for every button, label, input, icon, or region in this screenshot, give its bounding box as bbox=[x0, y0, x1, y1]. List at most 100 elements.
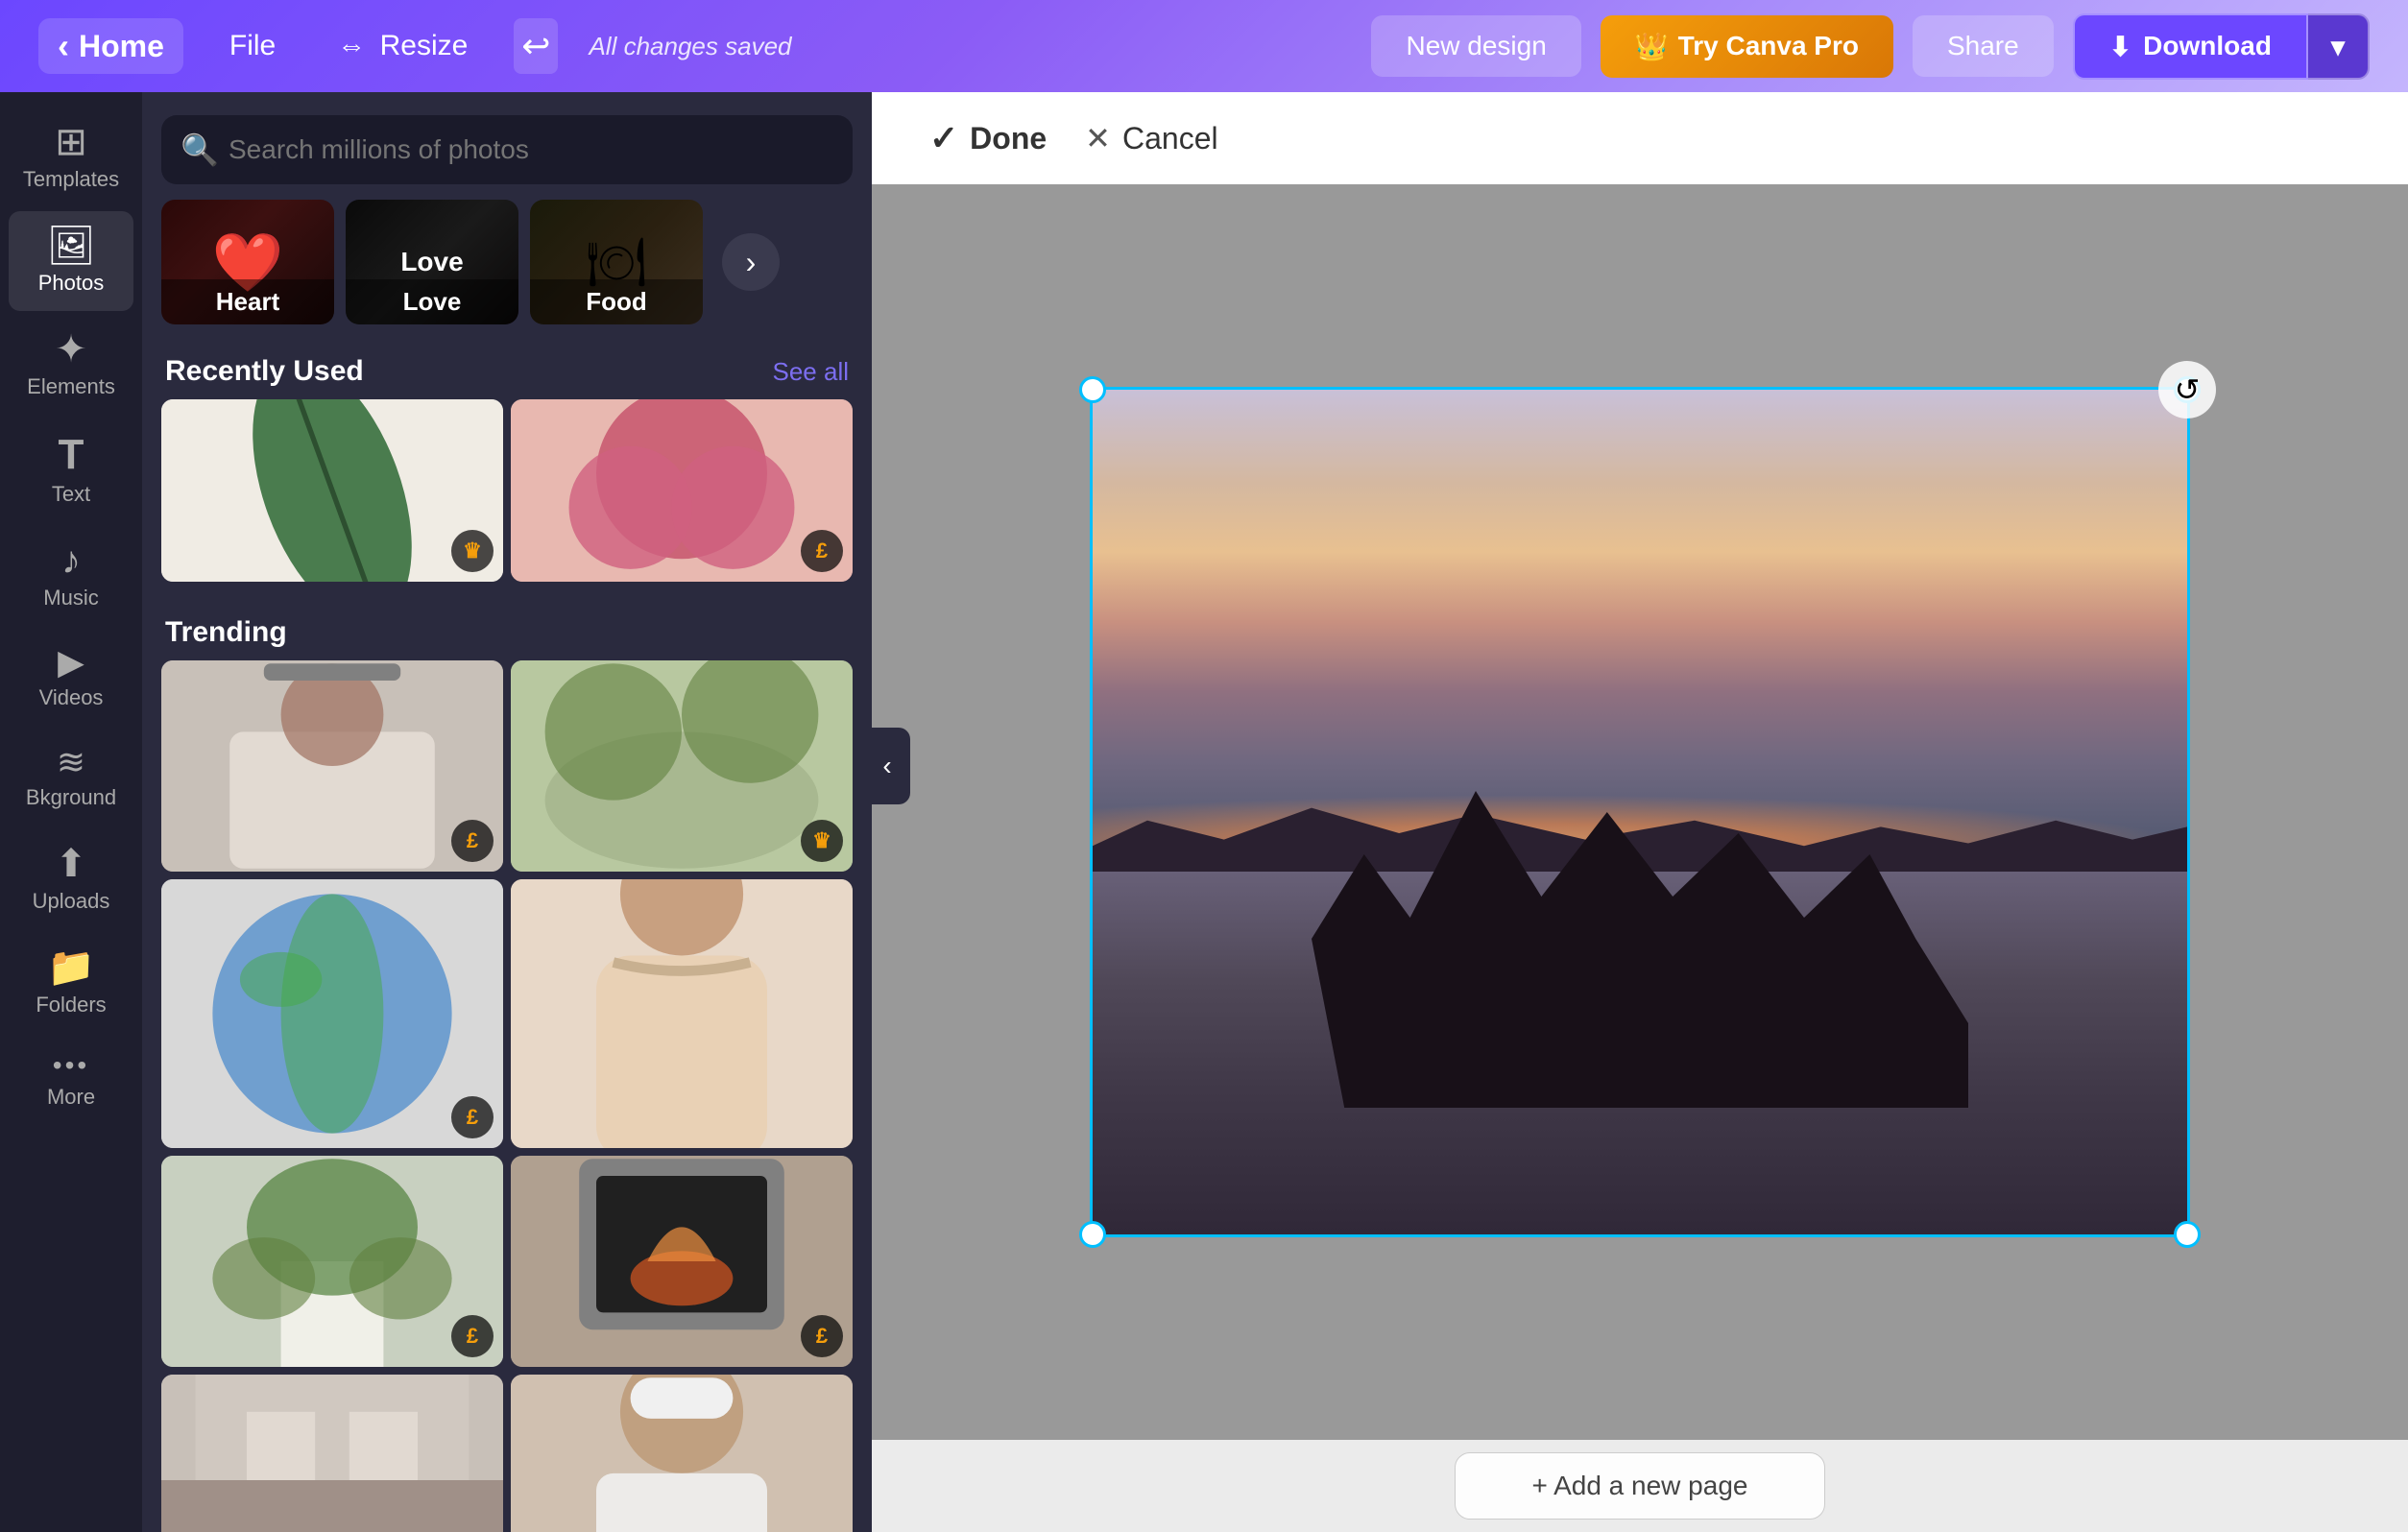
top-nav: Home File ⇔ Resize ↩ All changes saved N… bbox=[0, 0, 2408, 92]
handle-bottom-right[interactable] bbox=[2174, 1221, 2201, 1248]
sidebar-item-music[interactable]: ♪ Music bbox=[9, 526, 133, 626]
recent-photo-1[interactable]: ♛ bbox=[161, 399, 503, 582]
sidebar-item-videos[interactable]: ▶ Videos bbox=[9, 630, 133, 726]
sidebar-item-more[interactable]: ••• More bbox=[9, 1037, 133, 1125]
food-chip-label: Food bbox=[530, 279, 703, 324]
checkmark-icon: ✓ bbox=[929, 118, 958, 158]
add-page-button[interactable]: + Add a new page bbox=[1455, 1452, 1826, 1520]
trending-photo-8-image bbox=[511, 1375, 853, 1532]
sidebar-label-background: Bkground bbox=[26, 785, 116, 810]
recently-used-grid: ♛ £ bbox=[142, 399, 872, 601]
pro-badge-trend2: ♛ bbox=[801, 820, 843, 862]
trending-photo-3[interactable]: £ bbox=[161, 879, 503, 1148]
sidebar-label-uploads: Uploads bbox=[33, 889, 110, 914]
pound-badge-trend6: £ bbox=[801, 1315, 843, 1357]
love-chip-text: Love bbox=[400, 247, 463, 277]
see-all-button[interactable]: See all bbox=[773, 357, 850, 387]
category-chip-food[interactable]: 🍽 Food bbox=[530, 200, 703, 324]
elements-icon: ✦ bbox=[55, 330, 87, 369]
hide-panel-button[interactable]: ‹ bbox=[864, 728, 910, 804]
saved-status: All changes saved bbox=[589, 32, 791, 61]
crown-icon: 👑 bbox=[1635, 31, 1669, 62]
sidebar-item-background[interactable]: ≋ Bkground bbox=[9, 730, 133, 826]
pro-badge-1: ♛ bbox=[451, 530, 494, 572]
background-icon: ≋ bbox=[57, 745, 85, 779]
sidebar-label-templates: Templates bbox=[23, 167, 119, 192]
resize-icon: ⇔ bbox=[337, 30, 366, 61]
heart-chip-label: Heart bbox=[161, 279, 334, 324]
trending-title: Trending bbox=[165, 616, 287, 649]
pound-badge-trend3: £ bbox=[451, 1096, 494, 1138]
text-icon: T bbox=[59, 434, 84, 476]
sidebar-item-templates[interactable]: ⊞ Templates bbox=[9, 108, 133, 207]
more-icon: ••• bbox=[53, 1052, 89, 1079]
trending-photo-3-image bbox=[161, 879, 503, 1148]
new-design-button[interactable]: New design bbox=[1371, 15, 1580, 77]
photos-icon: 🖼 bbox=[47, 227, 96, 265]
cancel-button[interactable]: ✕ Cancel bbox=[1085, 120, 1217, 156]
sidebar-label-folders: Folders bbox=[36, 993, 106, 1017]
canvas-image[interactable] bbox=[1093, 390, 2187, 1234]
done-cancel-bar: ✓ Done ✕ Cancel bbox=[872, 92, 2408, 184]
pound-badge-2: £ bbox=[801, 530, 843, 572]
sidebar-label-more: More bbox=[47, 1085, 95, 1110]
nav-right: New design 👑 Try Canva Pro Share ⬇ Downl… bbox=[1371, 13, 2370, 80]
pound-badge-trend1: £ bbox=[451, 820, 494, 862]
handle-bottom-left[interactable] bbox=[1079, 1221, 1106, 1248]
canvas-frame: ↺ bbox=[1093, 390, 2187, 1234]
handle-top-left[interactable] bbox=[1079, 376, 1106, 403]
folders-icon: 📁 bbox=[47, 948, 95, 987]
trending-photo-8[interactable]: £ bbox=[511, 1375, 853, 1532]
music-icon: ♪ bbox=[61, 541, 81, 580]
download-caret-button[interactable]: ▾ bbox=[2308, 13, 2370, 80]
trending-photo-1[interactable]: £ bbox=[161, 660, 503, 872]
file-button[interactable]: File bbox=[214, 22, 291, 70]
home-button[interactable]: Home bbox=[38, 18, 183, 74]
trending-grid: £ ♛ £ bbox=[142, 660, 872, 1532]
x-icon: ✕ bbox=[1085, 120, 1111, 156]
sidebar-label-text: Text bbox=[52, 482, 90, 507]
resize-button[interactable]: ⇔ Resize bbox=[322, 22, 483, 70]
recently-used-header: Recently Used See all bbox=[142, 340, 872, 399]
sidebar-item-text[interactable]: T Text bbox=[9, 419, 133, 522]
canvas-background: ↺ bbox=[872, 184, 2408, 1440]
categories-next-button[interactable]: › bbox=[722, 233, 780, 291]
pound-badge-trend5: £ bbox=[451, 1315, 494, 1357]
sidebar-item-photos[interactable]: 🖼 Photos bbox=[9, 211, 133, 311]
category-chip-love[interactable]: Love Love bbox=[346, 200, 518, 324]
share-button[interactable]: Share bbox=[1913, 15, 2054, 77]
trending-photo-5[interactable]: £ bbox=[161, 1156, 503, 1367]
videos-icon: ▶ bbox=[58, 645, 84, 680]
left-sidebar: ⊞ Templates 🖼 Photos ✦ Elements T Text ♪… bbox=[0, 92, 142, 1532]
love-chip-label: Love bbox=[346, 279, 518, 324]
recent-photo-2[interactable]: £ bbox=[511, 399, 853, 582]
trending-photo-2[interactable]: ♛ bbox=[511, 660, 853, 872]
sidebar-label-music: Music bbox=[43, 586, 98, 610]
canvas-area: ✓ Done ✕ Cancel ⊡ ⧉ + ↺ bbox=[872, 92, 2408, 1532]
uploads-icon: ⬆ bbox=[55, 845, 87, 883]
sidebar-label-elements: Elements bbox=[27, 374, 115, 399]
sidebar-item-elements[interactable]: ✦ Elements bbox=[9, 315, 133, 415]
download-button[interactable]: ⬇ Download bbox=[2073, 13, 2308, 80]
trending-photo-6[interactable]: £ bbox=[511, 1156, 853, 1367]
search-input[interactable] bbox=[161, 115, 853, 184]
category-chip-heart[interactable]: ❤️ Heart bbox=[161, 200, 334, 324]
search-icon: 🔍 bbox=[181, 132, 219, 168]
sidebar-item-uploads[interactable]: ⬆ Uploads bbox=[9, 829, 133, 929]
recently-used-title: Recently Used bbox=[165, 355, 364, 388]
undo-button[interactable]: ↩ bbox=[514, 18, 558, 74]
add-page-bar: + Add a new page bbox=[872, 1440, 2408, 1532]
sidebar-label-videos: Videos bbox=[39, 685, 104, 710]
sidebar-item-folders[interactable]: 📁 Folders bbox=[9, 933, 133, 1033]
rotate-handle[interactable]: ↺ bbox=[2158, 361, 2216, 419]
try-pro-button[interactable]: 👑 Try Canva Pro bbox=[1601, 15, 1893, 78]
trending-photo-4[interactable] bbox=[511, 879, 853, 1148]
category-chips-row: ❤️ Heart Love Love 🍽 Food › bbox=[142, 200, 872, 340]
download-icon: ⬇ bbox=[2109, 31, 2131, 62]
download-group: ⬇ Download ▾ bbox=[2073, 13, 2370, 80]
nav-left: Home File ⇔ Resize ↩ All changes saved bbox=[38, 18, 792, 74]
trending-header: Trending bbox=[142, 601, 872, 660]
done-button[interactable]: ✓ Done bbox=[929, 118, 1047, 158]
trending-photo-7[interactable] bbox=[161, 1375, 503, 1532]
photos-panel: 🔍 ❤️ Heart Love Love 🍽 Food › Recently U… bbox=[142, 92, 872, 1532]
